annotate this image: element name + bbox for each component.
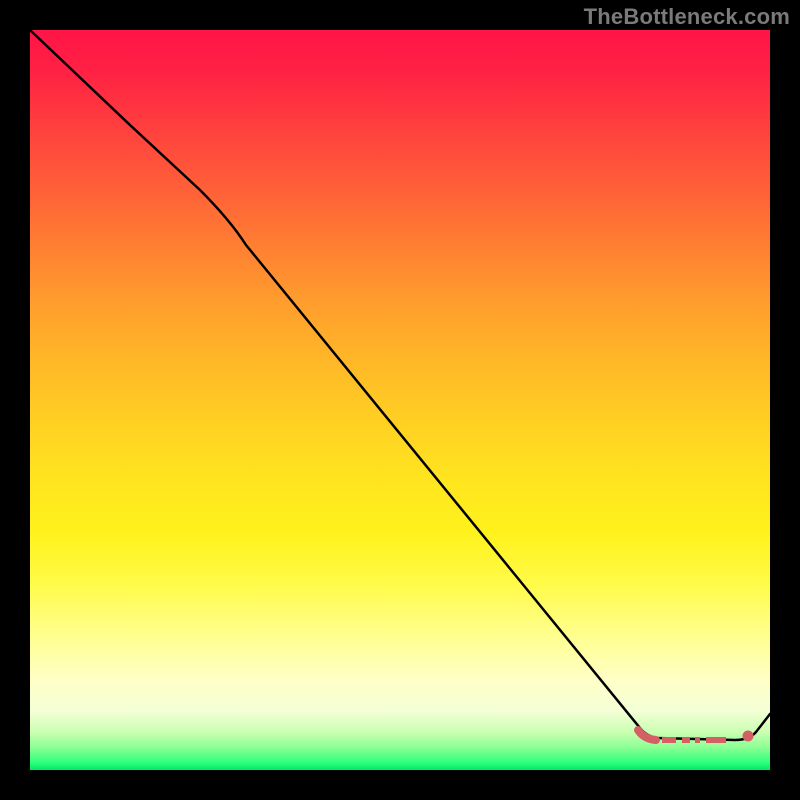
watermark-text: TheBottleneck.com xyxy=(584,4,790,30)
optimal-point-dot xyxy=(743,731,754,742)
bottleneck-curve xyxy=(30,30,770,740)
chart-svg xyxy=(30,30,770,770)
optimal-range-base xyxy=(638,730,656,740)
chart-plot-area xyxy=(30,30,770,770)
